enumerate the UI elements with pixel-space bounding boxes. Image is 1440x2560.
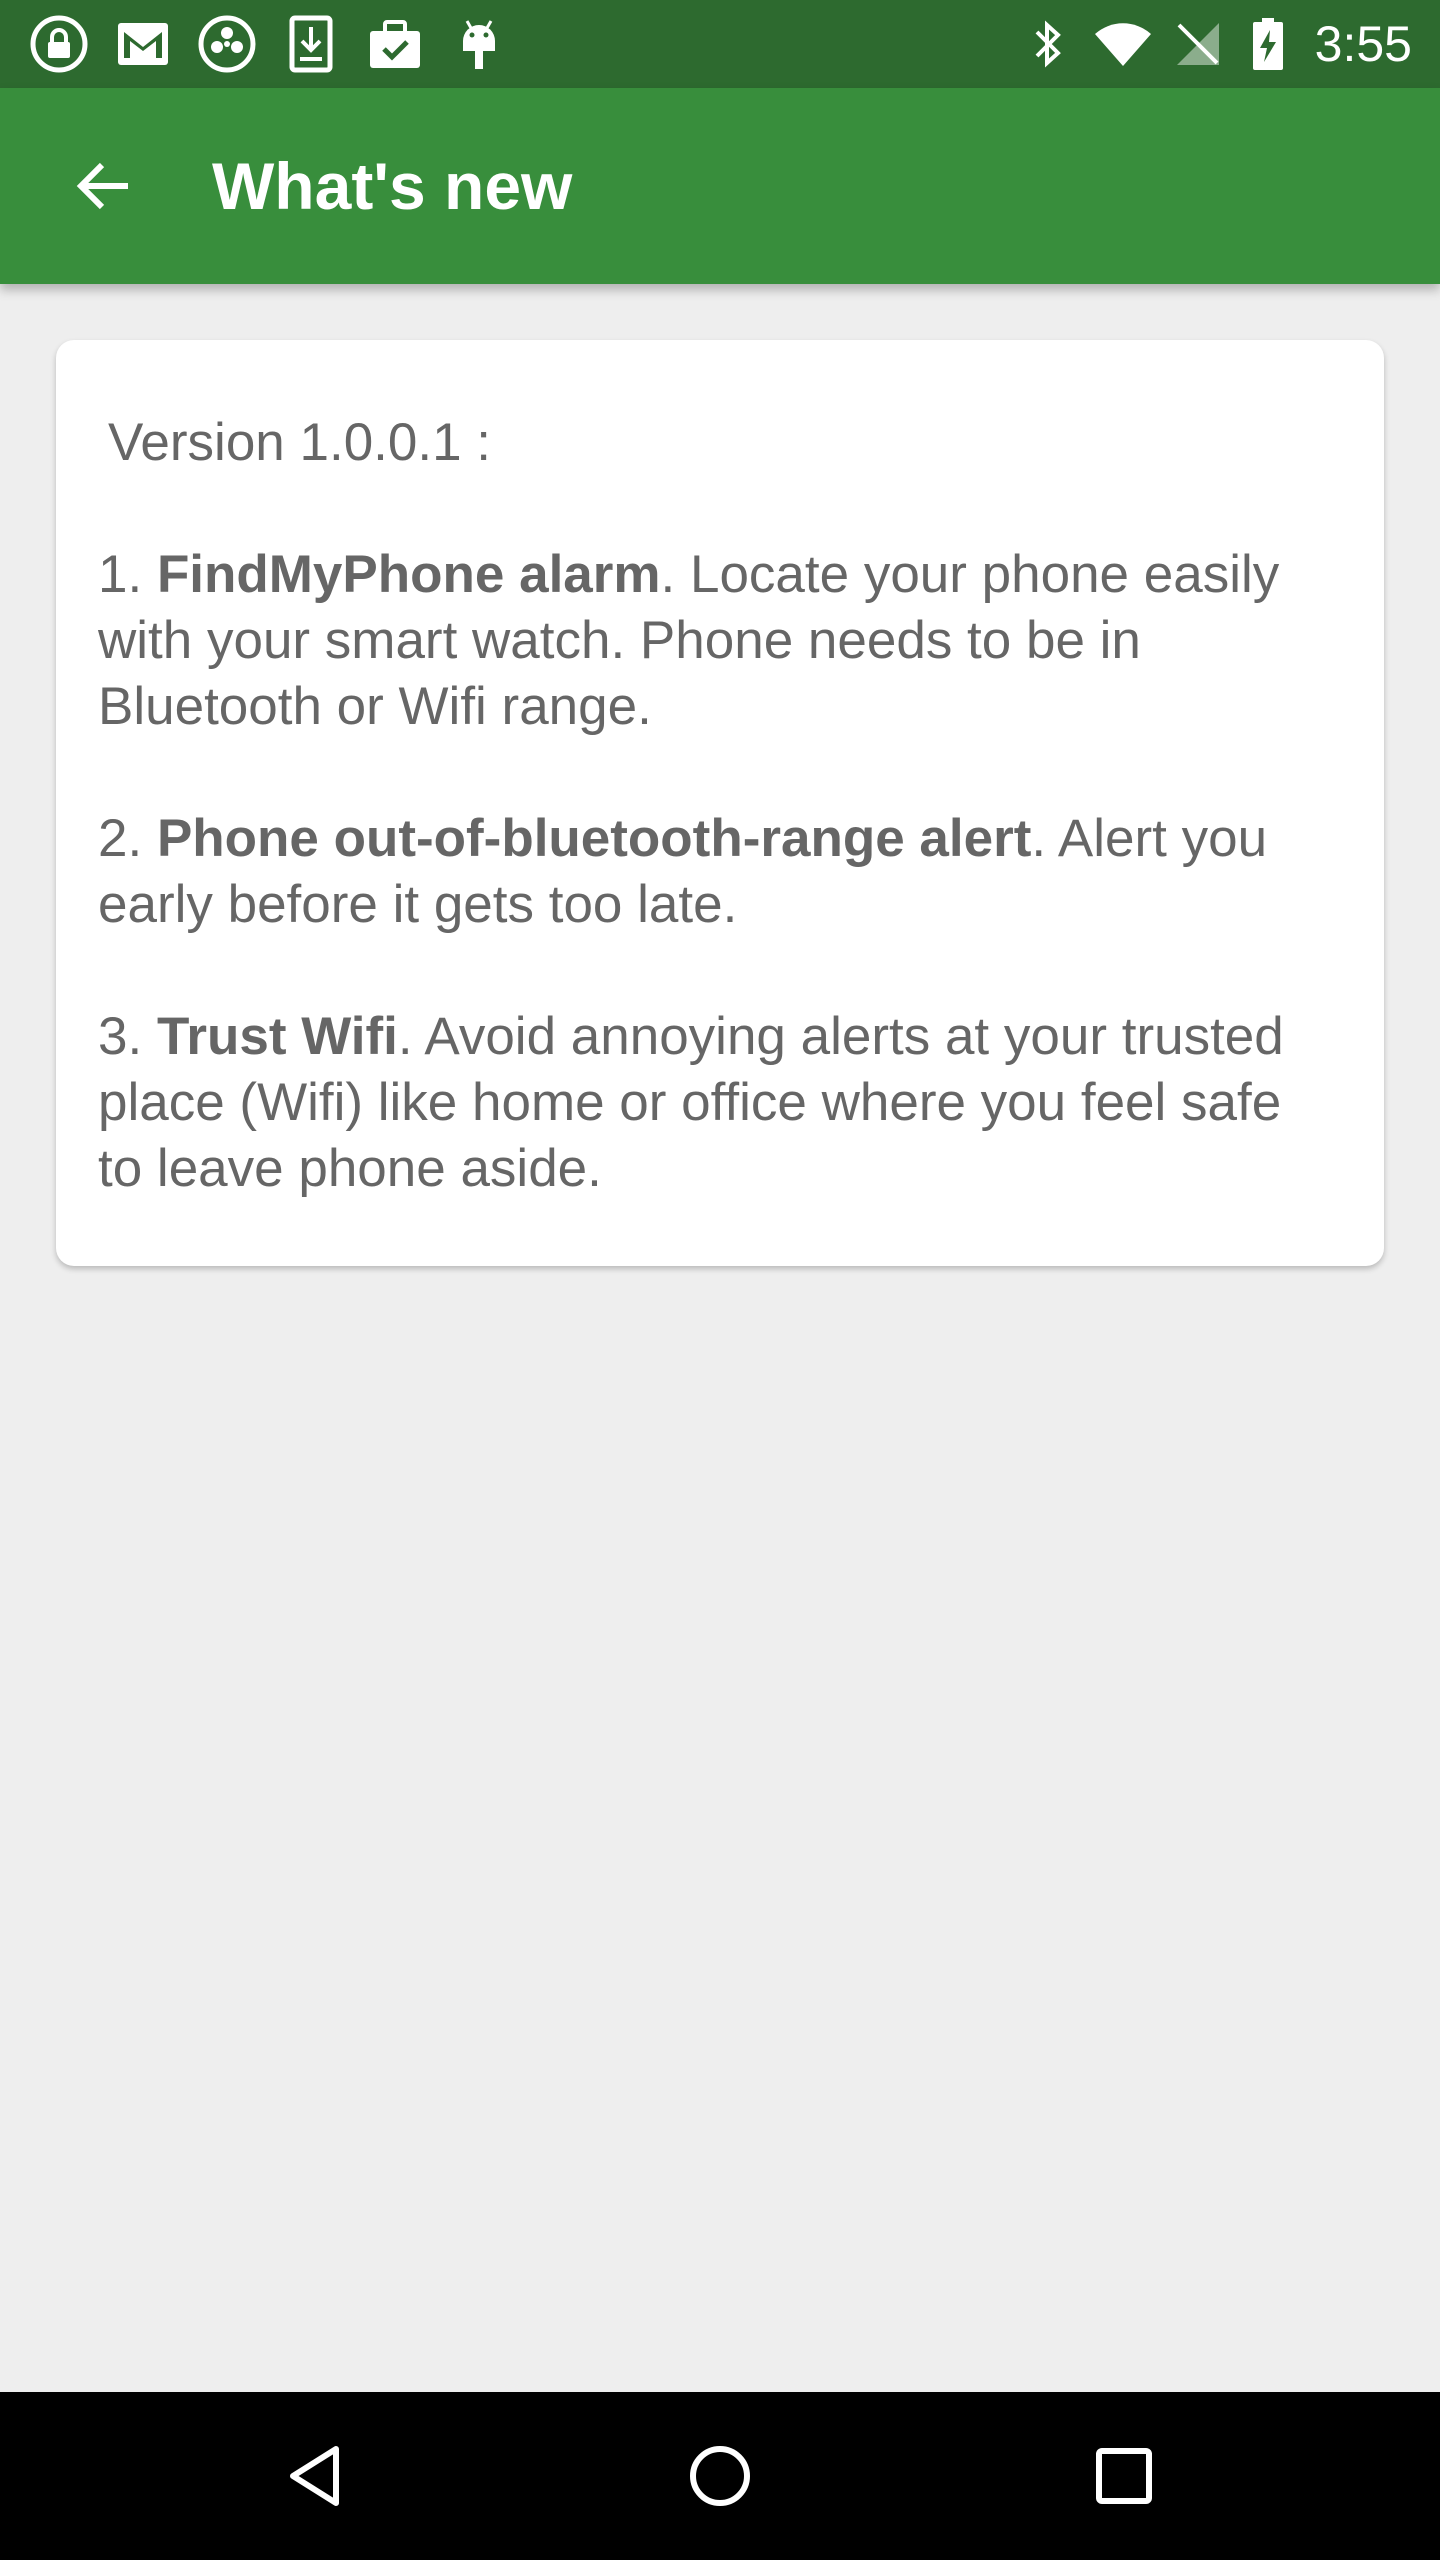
- nav-home-button[interactable]: [672, 2428, 768, 2524]
- download-icon: [280, 13, 342, 75]
- list-item: 2. Phone out-of-bluetooth-range alert. A…: [98, 809, 1268, 934]
- arrow-back-icon: [76, 162, 128, 210]
- home-circle-icon: [690, 2446, 750, 2506]
- whats-new-card: Version 1.0.0.1 : 1. FindMyPhone alarm. …: [56, 340, 1384, 1266]
- system-icons: 3:55: [1003, 14, 1412, 74]
- nav-back-button[interactable]: [268, 2428, 364, 2524]
- notification-icons: [28, 14, 532, 74]
- version-label: Version 1.0.0.1 :: [108, 413, 492, 472]
- gmail-icon: [112, 13, 174, 75]
- bluetooth-icon: [1023, 16, 1073, 72]
- android-icon: [448, 13, 510, 75]
- list-item: 3. Trust Wifi. Avoid annoying alerts at …: [98, 1007, 1284, 1198]
- item-title: Phone out-of-bluetooth-range alert: [156, 809, 1032, 868]
- item-title: Trust Wifi: [156, 1007, 398, 1066]
- nav-recents-button[interactable]: [1076, 2428, 1172, 2524]
- status-clock: 3:55: [1314, 16, 1412, 72]
- clipboard-check-icon: [364, 13, 426, 75]
- navigation-bar: [0, 2392, 1440, 2560]
- no-sim-icon: [1173, 16, 1223, 72]
- item-title: FindMyPhone alarm: [156, 545, 661, 604]
- app-icon: [196, 13, 258, 75]
- back-button[interactable]: [50, 134, 154, 238]
- wifi-icon: [1093, 16, 1153, 72]
- page-title: What's new: [212, 149, 573, 223]
- lock-icon: [28, 13, 90, 75]
- status-bar: 3:55: [0, 0, 1440, 88]
- app-bar: What's new: [0, 88, 1440, 284]
- back-triangle-icon: [290, 2446, 339, 2506]
- list-item: 1. FindMyPhone alarm. Locate your phone …: [98, 545, 1280, 736]
- recents-square-icon: [1096, 2448, 1152, 2504]
- battery-charging-icon: [1243, 16, 1293, 72]
